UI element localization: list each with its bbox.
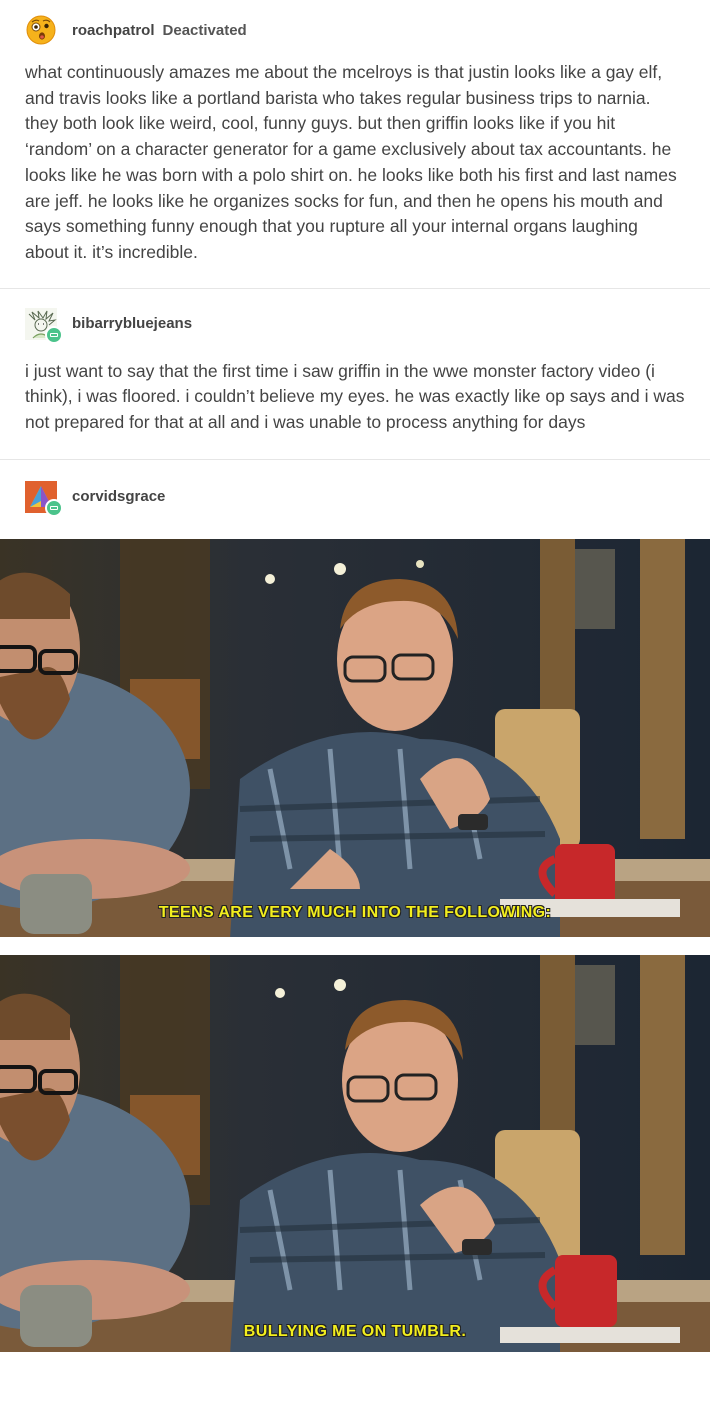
reblog-icon [45, 325, 63, 344]
scene-illustration [0, 954, 710, 1352]
surprised-emoji-icon[interactable] [25, 14, 57, 46]
video-still-1: TEENS ARE VERY MUCH INTO THE FOLLOWING: [0, 538, 710, 937]
triangle-avatar-icon[interactable] [25, 480, 63, 517]
username[interactable]: bibarrybluejeans [72, 315, 192, 332]
username[interactable]: corvidsgrace [72, 488, 165, 505]
post-bibarrybluejeans: bibarrybluejeans i just want to say that… [0, 289, 710, 459]
scene-illustration [0, 538, 710, 937]
sketch-avatar-icon[interactable] [25, 307, 63, 344]
video-caption: TEENS ARE VERY MUCH INTO THE FOLLOWING: [158, 903, 552, 921]
post-header: roachpatrol Deactivated [25, 0, 685, 60]
post-header: corvidsgrace [25, 460, 685, 534]
post-text: i just want to say that the first time i… [25, 360, 685, 433]
frame-gap [0, 936, 710, 955]
post-roachpatrol: roachpatrol Deactivated what continuousl… [0, 0, 710, 288]
video-still-2: BULLYING ME ON TUMBLR. [0, 954, 710, 1352]
post-header: bibarrybluejeans [25, 289, 685, 359]
post-text: what continuously amazes me about the mc… [25, 62, 677, 262]
reblog-icon [45, 498, 63, 517]
username[interactable]: roachpatrol [72, 22, 155, 39]
post-corvidsgrace: corvidsgrace [0, 460, 710, 539]
deactivated-label: Deactivated [162, 21, 247, 39]
video-caption: BULLYING ME ON TUMBLR. [243, 1322, 467, 1340]
